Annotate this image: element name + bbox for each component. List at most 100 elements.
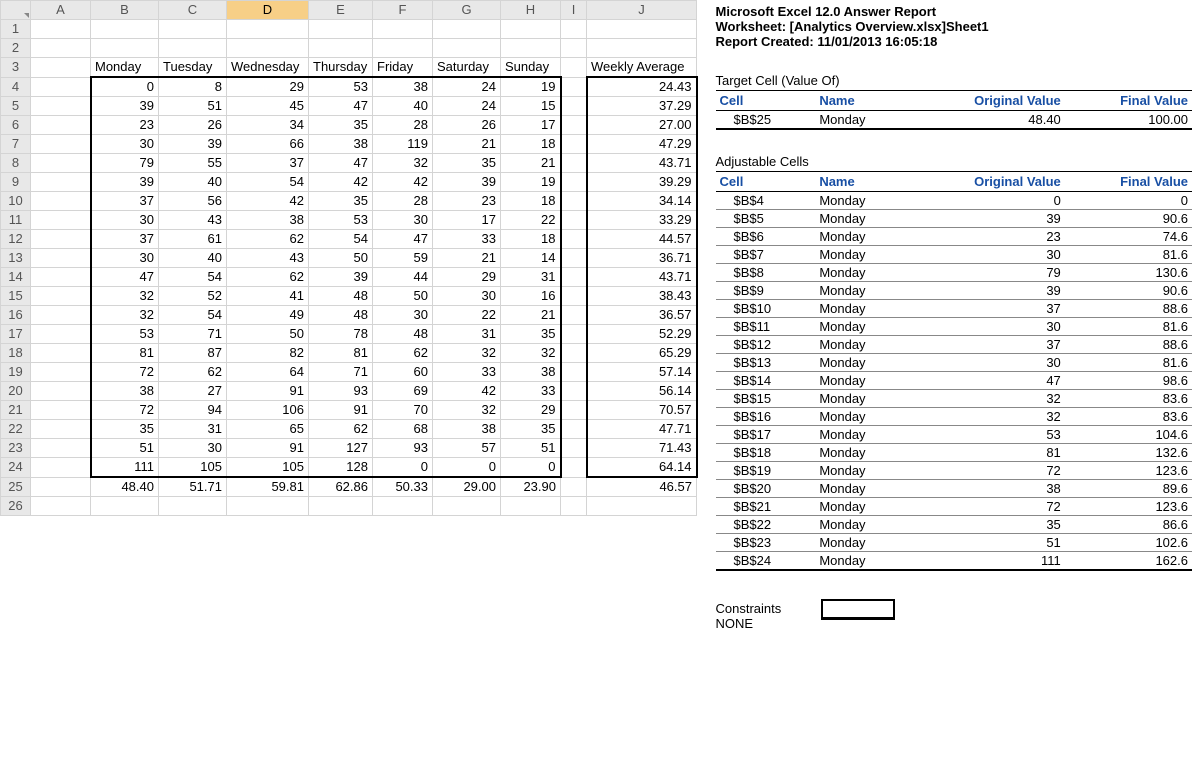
cell[interactable]: 35 — [433, 154, 501, 173]
cell[interactable]: 79 — [91, 154, 159, 173]
cell[interactable]: 38 — [373, 77, 433, 97]
cell[interactable] — [31, 268, 91, 287]
cell[interactable]: 35 — [91, 420, 159, 439]
cell[interactable]: 39 — [433, 173, 501, 192]
cell[interactable]: 42 — [227, 192, 309, 211]
cell[interactable]: 37 — [91, 230, 159, 249]
cell[interactable]: 47 — [373, 230, 433, 249]
row-header-26[interactable]: 26 — [1, 497, 31, 516]
cell[interactable] — [587, 20, 697, 39]
cell[interactable] — [561, 211, 587, 230]
cell[interactable] — [31, 363, 91, 382]
cell[interactable] — [31, 420, 91, 439]
cell[interactable]: 106 — [227, 401, 309, 420]
cell[interactable]: 24 — [433, 77, 501, 97]
cell[interactable]: 38 — [501, 363, 561, 382]
cell[interactable] — [31, 173, 91, 192]
cell[interactable]: 51.71 — [159, 477, 227, 497]
cell[interactable] — [373, 39, 433, 58]
row-header-3[interactable]: 3 — [1, 58, 31, 78]
row-header-21[interactable]: 21 — [1, 401, 31, 420]
cell[interactable]: 31 — [159, 420, 227, 439]
cell[interactable]: 42 — [373, 173, 433, 192]
cell[interactable]: 38 — [433, 420, 501, 439]
cell[interactable]: 22 — [501, 211, 561, 230]
cell[interactable]: 55 — [159, 154, 227, 173]
cell[interactable]: 43 — [159, 211, 227, 230]
cell[interactable] — [31, 497, 91, 516]
cell[interactable]: 62.86 — [309, 477, 373, 497]
cell[interactable] — [31, 97, 91, 116]
cell[interactable]: 39 — [91, 97, 159, 116]
col-header-J[interactable]: J — [587, 1, 697, 20]
cell[interactable]: 70 — [373, 401, 433, 420]
cell[interactable] — [561, 77, 587, 97]
cell[interactable]: 18 — [501, 135, 561, 154]
cell[interactable] — [561, 287, 587, 306]
cell[interactable]: 35 — [309, 192, 373, 211]
cell[interactable]: 32 — [91, 287, 159, 306]
cell[interactable] — [561, 192, 587, 211]
cell[interactable]: 59 — [373, 249, 433, 268]
row-header-25[interactable]: 25 — [1, 477, 31, 497]
cell[interactable]: Tuesday — [159, 58, 227, 78]
cell[interactable]: 62 — [227, 268, 309, 287]
cell[interactable] — [31, 458, 91, 478]
row-header-13[interactable]: 13 — [1, 249, 31, 268]
cell[interactable] — [31, 230, 91, 249]
cell[interactable] — [31, 477, 91, 497]
cell[interactable]: 32 — [91, 306, 159, 325]
cell[interactable]: 42 — [433, 382, 501, 401]
cell[interactable] — [31, 39, 91, 58]
cell[interactable] — [31, 154, 91, 173]
row-header-6[interactable]: 6 — [1, 116, 31, 135]
cell[interactable]: 78 — [309, 325, 373, 344]
cell[interactable]: 119 — [373, 135, 433, 154]
cell[interactable]: 40 — [159, 249, 227, 268]
row-header-18[interactable]: 18 — [1, 344, 31, 363]
cell[interactable]: 51 — [159, 97, 227, 116]
cell[interactable]: 91 — [227, 439, 309, 458]
cell[interactable] — [31, 77, 91, 97]
cell[interactable] — [433, 20, 501, 39]
cell[interactable] — [561, 458, 587, 478]
cell[interactable] — [91, 497, 159, 516]
cell[interactable] — [31, 20, 91, 39]
cell[interactable] — [159, 39, 227, 58]
cell[interactable] — [31, 135, 91, 154]
cell[interactable]: 127 — [309, 439, 373, 458]
cell[interactable]: Monday — [91, 58, 159, 78]
cell[interactable]: 45 — [227, 97, 309, 116]
cell[interactable] — [91, 20, 159, 39]
cell[interactable]: 48 — [309, 287, 373, 306]
cell[interactable]: Wednesday — [227, 58, 309, 78]
cell[interactable]: 29 — [433, 268, 501, 287]
row-header-2[interactable]: 2 — [1, 39, 31, 58]
cell[interactable] — [561, 439, 587, 458]
cell[interactable]: 70.57 — [587, 401, 697, 420]
cell[interactable] — [31, 344, 91, 363]
cell[interactable]: 87 — [159, 344, 227, 363]
cell[interactable]: 53 — [91, 325, 159, 344]
cell[interactable]: 94 — [159, 401, 227, 420]
cell[interactable]: 34 — [227, 116, 309, 135]
cell[interactable]: 23 — [433, 192, 501, 211]
row-header-4[interactable]: 4 — [1, 77, 31, 97]
row-header-23[interactable]: 23 — [1, 439, 31, 458]
row-header-16[interactable]: 16 — [1, 306, 31, 325]
cell[interactable] — [561, 344, 587, 363]
cell[interactable]: 40 — [159, 173, 227, 192]
cell[interactable]: 38 — [91, 382, 159, 401]
cell[interactable]: 28 — [373, 116, 433, 135]
cell[interactable]: 16 — [501, 287, 561, 306]
cell[interactable]: 69 — [373, 382, 433, 401]
cell[interactable]: 54 — [159, 306, 227, 325]
row-header-12[interactable]: 12 — [1, 230, 31, 249]
cell[interactable]: 30 — [373, 306, 433, 325]
row-header-10[interactable]: 10 — [1, 192, 31, 211]
cell[interactable] — [561, 268, 587, 287]
cell[interactable] — [91, 39, 159, 58]
cell[interactable]: 38 — [309, 135, 373, 154]
cell[interactable]: 18 — [501, 192, 561, 211]
cell[interactable] — [159, 497, 227, 516]
